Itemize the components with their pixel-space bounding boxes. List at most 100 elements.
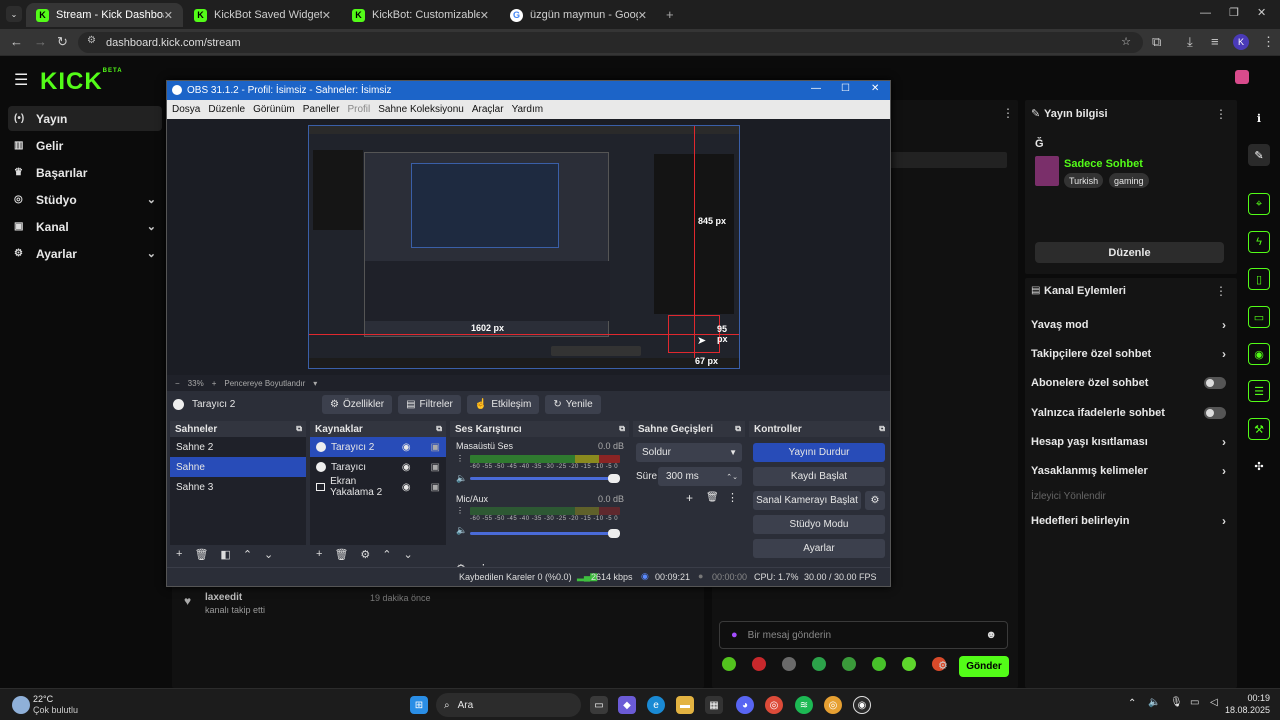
chat-input[interactable]: ● Bir mesaj gönderin ☻ <box>719 621 1008 649</box>
source-item[interactable]: Tarayıcı ◉ ▣ <box>310 457 446 477</box>
nav-item-basarilar[interactable]: ♛ Başarılar <box>8 160 162 185</box>
interact-button[interactable]: ☝ Etkileşim <box>466 394 540 414</box>
zoom-out-icon[interactable]: − <box>175 379 180 388</box>
category-thumbnail[interactable] <box>1035 156 1059 186</box>
app-switcher-icon[interactable] <box>1235 70 1249 84</box>
emote-icon[interactable] <box>872 657 886 671</box>
edit-icon[interactable]: ✎ <box>1248 144 1270 166</box>
volume-icon[interactable]: 🔈 <box>1148 697 1160 708</box>
wrench-icon[interactable]: ⚒ <box>1248 418 1270 440</box>
transition-menu-icon[interactable]: ⋮ <box>727 491 738 504</box>
refresh-button[interactable]: ↻ Yenile <box>545 394 601 414</box>
studio-mode-button[interactable]: Stüdyo Modu <box>753 515 885 534</box>
browser-menu-icon[interactable]: ⋮ <box>1262 34 1275 50</box>
undock-icon[interactable]: ⧉ <box>296 424 302 434</box>
browser-tab-kickbot-chatbot[interactable]: K KickBot: Customizable Chat Bo ✕ <box>342 3 499 27</box>
nav-item-studyo[interactable]: ◎ Stüdyo ⌄ <box>8 187 162 212</box>
move-up-icon[interactable]: ⌃ <box>243 548 252 561</box>
windows-start-icon[interactable]: ⊞ <box>410 696 428 714</box>
eye-icon[interactable]: ◉ <box>402 442 411 453</box>
restore-window-icon[interactable]: ❐ <box>1229 6 1239 19</box>
emotes-only-toggle[interactable] <box>1204 407 1226 419</box>
speaker-icon[interactable]: 🔈 <box>456 525 467 536</box>
emote-icon[interactable] <box>722 657 736 671</box>
speaker-icon[interactable]: 🔈 <box>456 473 467 484</box>
weather-temperature[interactable]: 22°C <box>33 694 53 704</box>
discord-icon[interactable]: ◕ <box>736 696 754 714</box>
send-message-button[interactable]: Gönder <box>959 656 1009 677</box>
back-icon[interactable]: ← <box>10 34 23 49</box>
clip-icon[interactable]: ⌖ <box>1248 193 1270 215</box>
zoom-fit-select[interactable]: Pencereye Boyutlandır <box>224 379 305 388</box>
url-field[interactable]: ⚙ dashboard.kick.com/stream ☆ <box>78 32 1143 53</box>
undock-icon[interactable]: ⧉ <box>735 424 741 434</box>
emote-icon[interactable] <box>782 657 796 671</box>
menu-edit[interactable]: Düzenle <box>208 104 245 115</box>
profile-avatar[interactable]: K <box>1233 34 1249 50</box>
action-slow-mode[interactable]: Yavaş mod › <box>1031 315 1226 335</box>
move-down-icon[interactable]: ⌄ <box>264 548 273 561</box>
action-set-goals[interactable]: Hedefleri belirleyin › <box>1031 511 1226 531</box>
copilot-icon[interactable]: ◆ <box>618 696 636 714</box>
emoji-icon[interactable]: ☻ <box>985 629 997 641</box>
list-icon[interactable]: ☰ <box>1248 380 1270 402</box>
virtual-camera-settings-icon[interactable]: ⚙ <box>865 491 885 510</box>
document-icon[interactable]: ▯ <box>1248 268 1270 290</box>
menu-tools[interactable]: Araçlar <box>472 104 504 115</box>
edge-icon[interactable]: e <box>647 696 665 714</box>
obs-preview[interactable]: 1602 px 845 px 95 px 67 px ➤ <box>167 119 890 375</box>
nav-item-ayarlar[interactable]: ⚙ Ayarlar ⌄ <box>8 241 162 266</box>
lock-icon[interactable]: ▣ <box>431 442 440 453</box>
add-icon[interactable]: + <box>176 548 182 560</box>
clock-time[interactable]: 00:19 <box>1220 693 1270 703</box>
action-banned-words[interactable]: Yasaklanmış kelimeler › <box>1031 461 1226 481</box>
extensions-icon[interactable]: ⧉ <box>1152 34 1161 50</box>
start-virtual-camera-button[interactable]: Sanal Kamerayı Başlat <box>753 491 861 510</box>
undock-icon[interactable]: ⧉ <box>879 424 885 434</box>
undock-icon[interactable]: ⧉ <box>619 424 625 434</box>
slider-knob[interactable] <box>608 474 620 483</box>
activity-username[interactable]: laxeedit <box>205 592 242 603</box>
transition-select[interactable]: Soldur ▼ <box>636 443 742 462</box>
close-tab-icon[interactable]: ✕ <box>164 9 173 22</box>
gear-icon[interactable]: ⚙ <box>360 548 370 561</box>
browser-tab-google-search[interactable]: G üzgün maymun - Google'da Ar ✕ <box>500 3 657 27</box>
clock-date[interactable]: 18.08.2025 <box>1200 705 1270 715</box>
scene-item[interactable]: Sahne <box>170 457 306 477</box>
broadcast-signal-icon[interactable]: ◉ <box>1248 343 1270 365</box>
source-item[interactable]: Ekran Yakalama 2 ◉ ▣ <box>310 476 446 498</box>
nav-item-gelir[interactable]: ▥ Gelir <box>8 133 162 158</box>
kick-logo[interactable]: KICKBETA <box>40 68 123 96</box>
spinner-icon[interactable]: ⌃⌄ <box>726 473 738 481</box>
site-info-icon[interactable]: ⚙ <box>87 35 96 46</box>
nav-item-kanal[interactable]: ▣ Kanal ⌄ <box>8 214 162 239</box>
microphone-tray-icon[interactable]: 🎙 <box>1170 697 1183 708</box>
add-icon[interactable]: + <box>316 548 322 560</box>
forward-icon[interactable]: → <box>34 34 47 49</box>
emote-icon[interactable] <box>902 657 916 671</box>
properties-button[interactable]: ⚙ Özellikler <box>322 394 393 414</box>
move-down-icon[interactable]: ⌄ <box>404 548 413 561</box>
obs-close-icon[interactable]: ✕ <box>871 83 879 94</box>
lock-icon[interactable]: ▣ <box>431 482 440 493</box>
trash-icon[interactable]: 🗑 <box>706 492 719 503</box>
task-view-icon[interactable]: ▭ <box>590 696 608 714</box>
weather-description[interactable]: Çok bulutlu <box>33 705 78 715</box>
trash-icon[interactable]: 🗑 <box>334 548 348 561</box>
store-icon[interactable]: ▦ <box>705 696 723 714</box>
duration-input[interactable]: 300 ms ⌃⌄ <box>658 467 742 486</box>
chrome-profile-icon[interactable]: ◎ <box>824 696 842 714</box>
undock-icon[interactable]: ⧉ <box>436 424 442 434</box>
menu-view[interactable]: Görünüm <box>253 104 295 115</box>
obs-maximize-icon[interactable]: ☐ <box>841 83 850 94</box>
scene-item[interactable]: Sahne 2 <box>170 437 306 457</box>
filter-icon[interactable]: ◧ <box>220 548 230 561</box>
chat-options-icon[interactable]: ⋮ <box>1002 106 1014 120</box>
emote-icon[interactable] <box>752 657 766 671</box>
close-tab-icon[interactable]: ✕ <box>480 9 489 22</box>
volume-slider[interactable] <box>470 529 620 538</box>
spotify-icon[interactable]: ≋ <box>795 696 813 714</box>
browser-tab-stream-dashboard[interactable]: K Stream - Kick Dashboard ✕ <box>26 3 183 27</box>
action-account-age[interactable]: Hesap yaşı kısıtlaması › <box>1031 432 1226 452</box>
reading-list-icon[interactable]: ≡ <box>1211 34 1219 49</box>
